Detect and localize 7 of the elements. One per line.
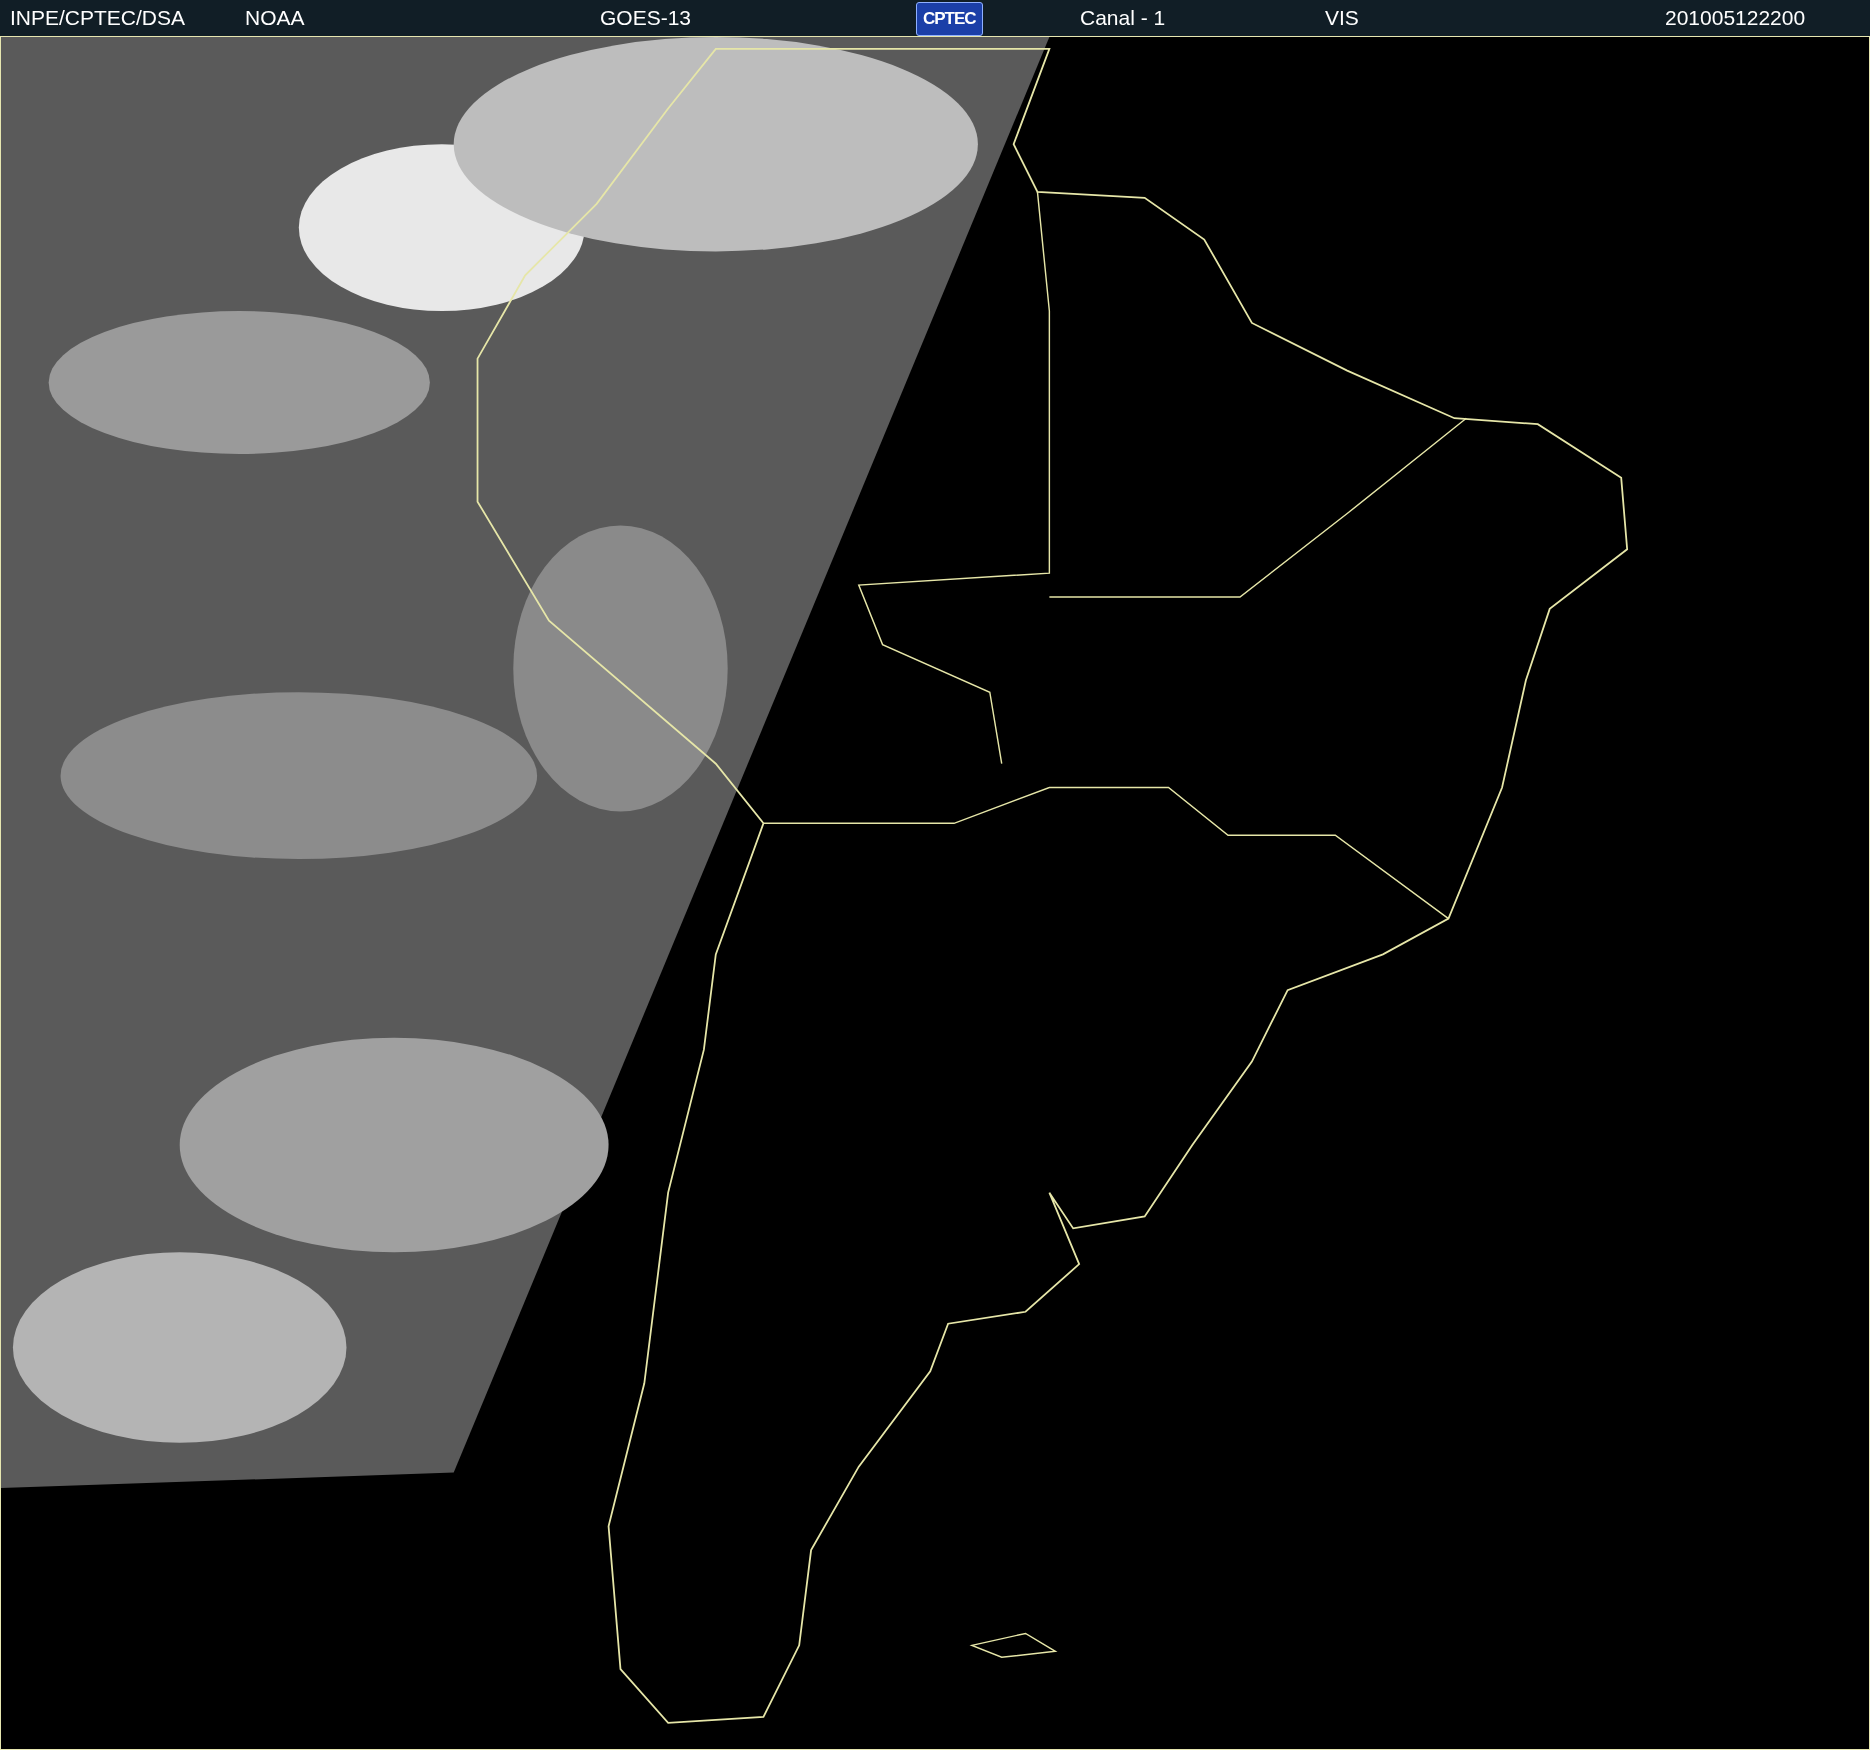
header-label: VIS	[1325, 6, 1359, 30]
header-label: INPE/CPTEC/DSA	[10, 6, 186, 30]
logo: CPTEC	[916, 1, 983, 36]
header-label: NOAA	[245, 6, 305, 30]
header-label: Canal - 1	[1080, 6, 1166, 30]
header-label: 201005122200	[1665, 6, 1806, 30]
header-label: GOES-13	[600, 6, 692, 30]
